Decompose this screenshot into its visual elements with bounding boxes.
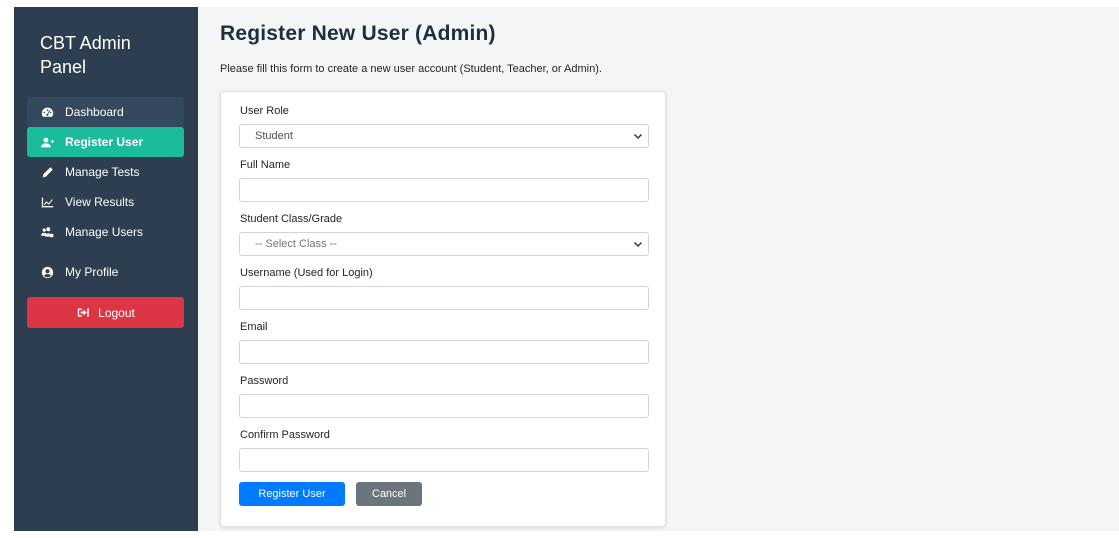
cancel-button[interactable]: Cancel — [356, 482, 422, 506]
user-plus-icon — [40, 135, 54, 149]
sidebar-item-manage-tests[interactable]: Manage Tests — [27, 157, 184, 187]
sidebar-item-label: Manage Users — [65, 225, 144, 239]
user-role-select[interactable]: Student — [239, 124, 649, 148]
user-circle-icon — [40, 265, 54, 279]
sidebar-item-dashboard[interactable]: Dashboard — [27, 97, 184, 127]
main-content: Register New User (Admin) Please fill th… — [198, 7, 1119, 531]
sidebar-item-my-profile[interactable]: My Profile — [27, 257, 184, 287]
page-subtitle: Please fill this form to create a new us… — [220, 63, 602, 75]
password-label: Password — [240, 375, 289, 387]
register-form-card: User Role Student Full Name Student Clas… — [220, 91, 666, 527]
logout-button[interactable]: Logout — [27, 297, 184, 328]
chevron-down-icon — [633, 239, 643, 249]
username-label: Username (Used for Login) — [240, 267, 373, 279]
user-role-value: Student — [255, 130, 293, 142]
sign-out-icon — [76, 306, 90, 320]
sidebar-item-label: View Results — [65, 195, 135, 209]
email-label: Email — [240, 321, 268, 333]
full-name-label: Full Name — [240, 159, 291, 171]
pencil-icon — [40, 165, 54, 179]
sidebar-item-manage-users[interactable]: Manage Users — [27, 217, 184, 247]
confirm-password-label: Confirm Password — [240, 429, 330, 441]
users-cog-icon — [40, 225, 54, 239]
email-field[interactable] — [239, 340, 649, 364]
sidebar: CBT Admin Panel Dashboard Register User … — [14, 7, 198, 531]
app-frame: CBT Admin Panel Dashboard Register User … — [14, 7, 1119, 531]
student-class-select[interactable]: -- Select Class -- — [239, 232, 649, 256]
student-class-value: -- Select Class -- — [255, 238, 337, 250]
user-role-label: User Role — [240, 105, 289, 117]
chart-line-icon — [40, 195, 54, 209]
sidebar-item-label: Register User — [65, 135, 144, 149]
sidebar-item-label: Dashboard — [65, 105, 124, 119]
password-field[interactable] — [239, 394, 649, 418]
sidebar-item-label: My Profile — [65, 265, 119, 279]
register-user-button[interactable]: Register User — [239, 482, 345, 506]
logout-label: Logout — [98, 305, 135, 320]
full-name-input[interactable] — [239, 178, 649, 202]
brand-title: CBT Admin Panel — [40, 33, 131, 77]
student-class-label: Student Class/Grade — [240, 213, 343, 225]
page-title: Register New User (Admin) — [220, 22, 496, 45]
sidebar-item-view-results[interactable]: View Results — [27, 187, 184, 217]
chevron-down-icon — [633, 131, 643, 141]
sidebar-item-label: Manage Tests — [65, 165, 140, 179]
dashboard-icon — [40, 105, 54, 119]
confirm-password-field[interactable] — [239, 448, 649, 472]
username-input[interactable] — [239, 286, 649, 310]
sidebar-item-register-user[interactable]: Register User — [27, 127, 184, 157]
